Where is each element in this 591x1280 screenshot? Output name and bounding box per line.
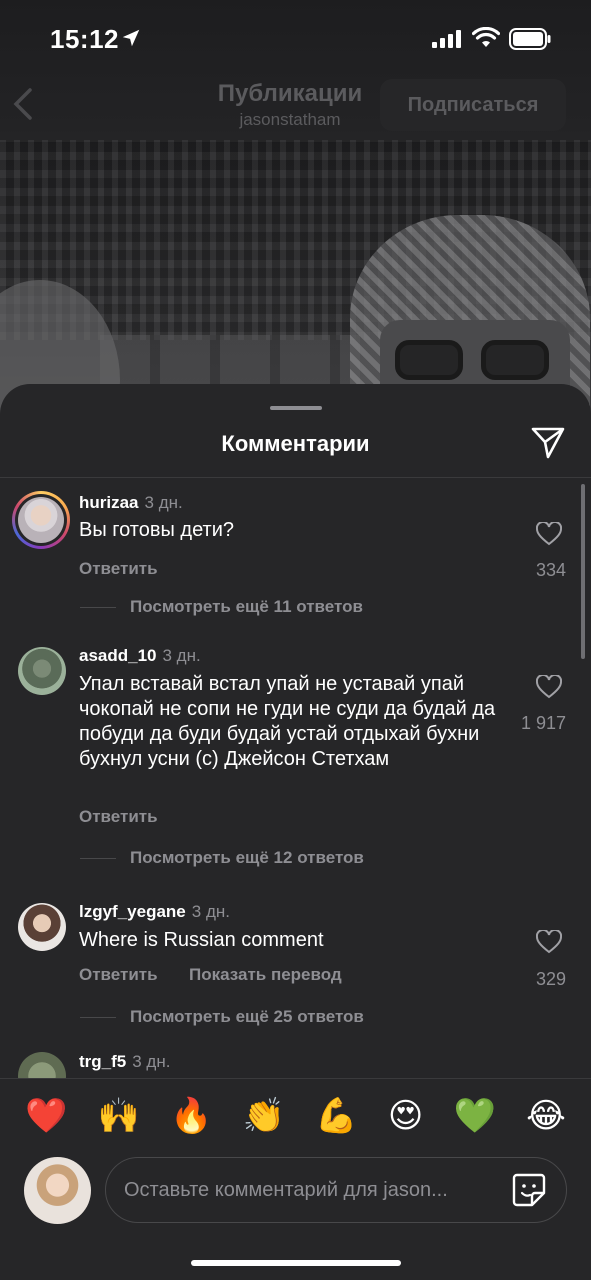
cellular-signal-icon xyxy=(432,30,461,48)
status-bar: 15:12 xyxy=(0,0,591,80)
username[interactable]: hurizaa xyxy=(79,493,139,512)
comment-header: hurizaa 3 дн. xyxy=(79,493,183,513)
emoji-quick-bar: ❤️ 🙌 🔥 👏 💪 😍 💚 😂 xyxy=(0,1091,591,1141)
sticker-icon[interactable] xyxy=(511,1172,547,1208)
username[interactable]: asadd_10 xyxy=(79,646,157,665)
sheet-grabber[interactable] xyxy=(270,406,322,410)
show-translation-button[interactable]: Показать перевод xyxy=(189,965,342,985)
avatar[interactable] xyxy=(18,1052,66,1078)
emoji-raised-hands[interactable]: 🙌 xyxy=(98,1091,140,1141)
comment-text: Упал вставай встал упай не уставай упай … xyxy=(79,673,496,770)
avatar[interactable] xyxy=(18,903,66,951)
sheet-title: Комментарии xyxy=(221,431,370,456)
avatar-story-ring[interactable] xyxy=(12,491,70,549)
emoji-tears-of-joy[interactable]: 😂 xyxy=(526,1091,566,1141)
view-more-replies[interactable]: Посмотреть ещё 11 ответов xyxy=(80,597,363,617)
reply-button[interactable]: Ответить xyxy=(79,559,158,579)
battery-icon xyxy=(509,28,551,50)
comment-time: 3 дн. xyxy=(162,646,201,665)
emoji-heart-eyes[interactable]: 😍 xyxy=(388,1091,423,1141)
follow-button[interactable]: Подписаться xyxy=(380,79,566,131)
like-heart-icon[interactable] xyxy=(536,675,562,699)
divider xyxy=(0,1078,591,1079)
comment-list[interactable]: hurizaa 3 дн. Вы готовы дети? Ответить 33… xyxy=(0,478,591,1078)
emoji-red-heart[interactable]: ❤️ xyxy=(25,1091,67,1141)
comment-header: asadd_10 3 дн. xyxy=(79,646,201,666)
status-time: 15:12 xyxy=(50,24,119,54)
share-send-icon[interactable] xyxy=(530,426,566,460)
like-count: 329 xyxy=(535,969,566,989)
avatar xyxy=(18,497,64,543)
location-arrow-icon xyxy=(122,29,140,47)
comment-input-placeholder: Оставьте комментарий для jason... xyxy=(124,1179,448,1201)
like-heart-icon[interactable] xyxy=(536,930,562,954)
top-navigation: Публикации jasonstatham Подписаться xyxy=(0,78,591,138)
glasses xyxy=(395,340,555,380)
scrollbar[interactable] xyxy=(581,484,585,659)
emoji-clapping[interactable]: 👏 xyxy=(243,1091,285,1141)
comment-text: Вы готовы дети? xyxy=(79,519,235,541)
username[interactable]: lzgyf_yegane xyxy=(79,902,186,921)
home-indicator[interactable] xyxy=(191,1260,401,1266)
comment-header: trg_f5 3 дн. xyxy=(79,1052,170,1072)
comment-time: 3 дн. xyxy=(132,1052,171,1071)
view-more-replies[interactable]: Посмотреть ещё 12 ответов xyxy=(80,848,364,868)
emoji-green-heart[interactable]: 💚 xyxy=(454,1091,496,1141)
username[interactable]: trg_f5 xyxy=(79,1052,126,1071)
comment-header: lzgyf_yegane 3 дн. xyxy=(79,902,230,922)
avatar[interactable] xyxy=(18,647,66,695)
comment-time: 3 дн. xyxy=(191,902,230,921)
comment-text: Where is Russian comment xyxy=(79,929,324,951)
like-count: 1 917 xyxy=(520,713,566,733)
view-more-replies[interactable]: Посмотреть ещё 25 ответов xyxy=(80,1007,364,1027)
like-count: 334 xyxy=(535,560,566,580)
emoji-fire[interactable]: 🔥 xyxy=(170,1091,212,1141)
current-user-avatar xyxy=(24,1157,91,1224)
comments-sheet: Комментарии hurizaa 3 дн. Вы готовы дети?… xyxy=(0,384,591,1280)
like-heart-icon[interactable] xyxy=(536,522,562,546)
wifi-icon xyxy=(472,27,500,47)
reply-button[interactable]: Ответить xyxy=(79,965,158,985)
comment-time: 3 дн. xyxy=(144,493,183,512)
emoji-muscle[interactable]: 💪 xyxy=(315,1091,357,1141)
reply-button[interactable]: Ответить xyxy=(79,807,158,827)
comment-input[interactable]: Оставьте комментарий для jason... xyxy=(105,1157,567,1223)
